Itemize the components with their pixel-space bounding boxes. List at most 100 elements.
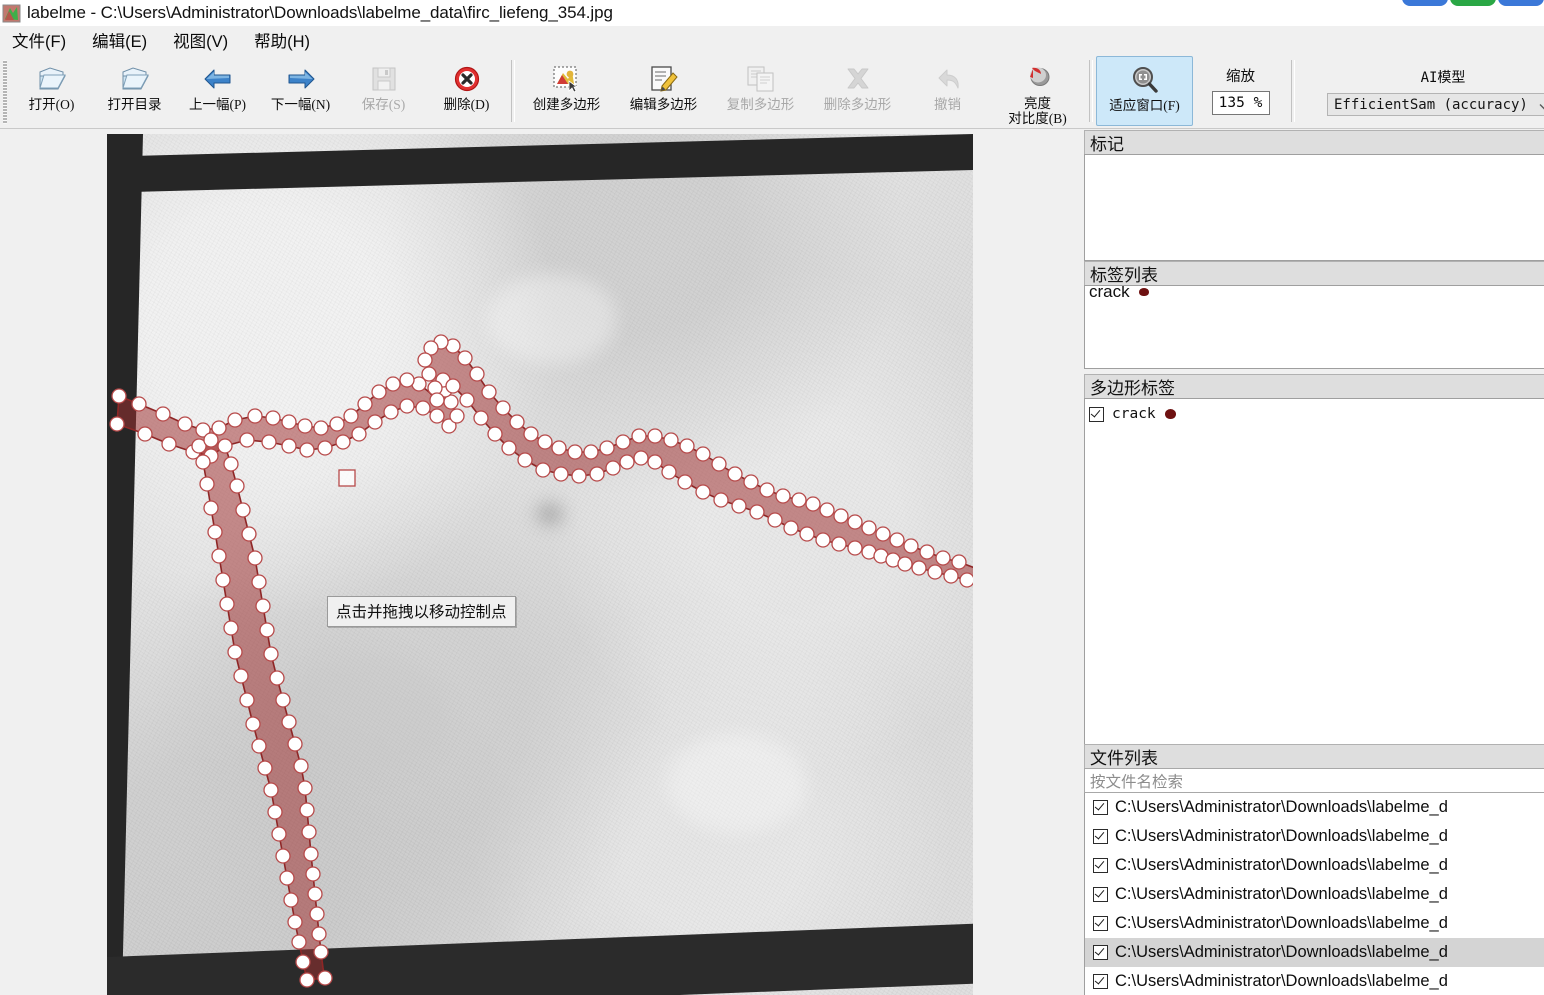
list-item[interactable]: C:\Users\Administrator\Downloads\labelme…	[1085, 967, 1544, 995]
file-path: C:\Users\Administrator\Downloads\labelme…	[1115, 914, 1448, 932]
ai-model-select[interactable]: EfficientSam (accuracy)	[1327, 93, 1544, 116]
save-label: 保存(S)	[361, 97, 406, 112]
flags-list[interactable]	[1084, 154, 1544, 261]
create-polygon-label: 创建多边形	[532, 97, 601, 112]
delete-label: 删除(D)	[443, 97, 490, 112]
window-controls	[1402, 0, 1544, 6]
toolbar-drag-handle[interactable]	[3, 60, 7, 124]
save-disk-icon	[367, 62, 401, 95]
file-search-input[interactable]: 按文件名检索	[1084, 768, 1544, 793]
file-path: C:\Users\Administrator\Downloads\labelme…	[1115, 827, 1448, 845]
file-checkbox[interactable]	[1093, 916, 1108, 931]
menu-view[interactable]: 视图(V)	[171, 26, 230, 54]
list-item[interactable]: C:\Users\Administrator\Downloads\labelme…	[1085, 851, 1544, 880]
window-minimize-button[interactable]	[1402, 0, 1448, 6]
list-item[interactable]: C:\Users\Administrator\Downloads\labelme…	[1085, 880, 1544, 909]
copy-polygon-label: 复制多边形	[726, 97, 795, 112]
fit-window-button[interactable]: 适应窗口(F)	[1096, 56, 1193, 126]
crack-polygon-overlay[interactable]	[107, 134, 973, 995]
label-list[interactable]: crack	[1084, 285, 1544, 369]
zoom-value-input[interactable]: 135 %	[1211, 91, 1270, 115]
file-list[interactable]: C:\Users\Administrator\Downloads\labelme…	[1084, 793, 1544, 995]
fit-window-magnifier-icon	[1128, 63, 1162, 96]
main-toolbar: 打开(O) 打开目录 上一幅(P) 下一幅(N) 保存(S) 删除(D) 创建多…	[0, 56, 1544, 129]
delete-polygon-icon	[841, 62, 875, 95]
delete-polygon-button[interactable]: 删除多边形	[809, 56, 906, 126]
file-list-panel: 文件列表 按文件名检索 C:\Users\Administrator\Downl…	[1084, 744, 1544, 995]
polygon-label-checkbox[interactable]	[1089, 406, 1104, 422]
undo-arrow-icon	[931, 62, 965, 95]
list-item[interactable]: C:\Users\Administrator\Downloads\labelme…	[1085, 822, 1544, 851]
list-item[interactable]: C:\Users\Administrator\Downloads\labelme…	[1085, 938, 1544, 967]
brightness-contrast-icon	[1021, 62, 1055, 94]
contrast-label: 对比度(B)	[1008, 111, 1067, 126]
file-path: C:\Users\Administrator\Downloads\labelme…	[1115, 885, 1448, 903]
previous-image-label: 上一幅(P)	[189, 97, 246, 112]
copy-polygon-button[interactable]: 复制多边形	[712, 56, 809, 126]
window-close-button[interactable]	[1498, 0, 1544, 6]
save-button[interactable]: 保存(S)	[342, 56, 425, 126]
file-checkbox[interactable]	[1093, 887, 1108, 902]
flags-panel: 标记	[1084, 130, 1544, 261]
previous-image-button[interactable]: 上一幅(P)	[176, 56, 259, 126]
open-folder-icon	[35, 62, 69, 95]
fit-window-label: 适应窗口(F)	[1109, 98, 1180, 113]
image-canvas-pane[interactable]: 点击并拖拽以移动控制点	[0, 130, 1080, 995]
zoom-control-group: 缩放 135 %	[1193, 56, 1288, 126]
ai-model-group: AI模型 EfficientSam (accuracy)	[1298, 56, 1544, 126]
label-color-swatch	[1138, 288, 1149, 296]
open-file-button[interactable]: 打开(O)	[10, 56, 93, 126]
menu-edit[interactable]: 编辑(E)	[90, 26, 149, 54]
open-directory-button[interactable]: 打开目录	[93, 56, 176, 126]
list-item[interactable]: crack	[1085, 403, 1544, 425]
file-path: C:\Users\Administrator\Downloads\labelme…	[1115, 798, 1448, 816]
brightness-label: 亮度	[1024, 96, 1051, 111]
polygon-labels-panel: 多边形标签 crack	[1084, 374, 1544, 749]
next-image-label: 下一幅(N)	[270, 97, 331, 112]
file-checkbox[interactable]	[1093, 829, 1108, 844]
edit-polygon-button[interactable]: 编辑多边形	[615, 56, 712, 126]
polygon-labels-panel-title: 多边形标签	[1084, 374, 1544, 398]
window-title: labelme - C:\Users\Administrator\Downloa…	[27, 3, 613, 22]
copy-polygon-icon	[744, 62, 778, 95]
menu-help[interactable]: 帮助(H)	[252, 26, 312, 54]
file-path: C:\Users\Administrator\Downloads\labelme…	[1115, 856, 1448, 874]
delete-polygon-label: 删除多边形	[823, 97, 892, 112]
list-item[interactable]: C:\Users\Administrator\Downloads\labelme…	[1085, 793, 1544, 822]
delete-button[interactable]: 删除(D)	[425, 56, 508, 126]
ai-model-selected-value: EfficientSam (accuracy)	[1334, 96, 1528, 113]
file-checkbox[interactable]	[1093, 974, 1108, 989]
label-list-panel: 标签列表 crack	[1084, 261, 1544, 369]
open-directory-label: 打开目录	[107, 97, 162, 112]
undo-button[interactable]: 撤销	[906, 56, 989, 126]
file-checkbox[interactable]	[1093, 858, 1108, 873]
canvas-tooltip: 点击并拖拽以移动控制点	[327, 596, 516, 627]
create-polygon-icon	[550, 62, 584, 95]
brightness-contrast-button[interactable]: 亮度 对比度(B)	[989, 56, 1086, 126]
next-image-button[interactable]: 下一幅(N)	[259, 56, 342, 126]
list-item[interactable]: C:\Users\Administrator\Downloads\labelme…	[1085, 909, 1544, 938]
polygon-labels-list[interactable]: crack	[1084, 398, 1544, 749]
edit-polygon-label: 编辑多边形	[629, 97, 698, 112]
window-maximize-button[interactable]	[1450, 0, 1496, 6]
file-list-panel-title: 文件列表	[1084, 744, 1544, 768]
open-file-label: 打开(O)	[28, 97, 75, 112]
undo-label: 撤销	[934, 97, 961, 112]
zoom-label: 缩放	[1226, 69, 1255, 85]
annotated-image[interactable]	[107, 134, 973, 995]
create-polygon-button[interactable]: 创建多边形	[518, 56, 615, 126]
file-checkbox[interactable]	[1093, 945, 1108, 960]
polygon-label-name: crack	[1112, 406, 1156, 422]
edit-polygon-icon	[647, 62, 681, 95]
file-checkbox[interactable]	[1093, 800, 1108, 815]
label-list-panel-title: 标签列表	[1084, 261, 1544, 285]
menu-file[interactable]: 文件(F)	[10, 26, 68, 54]
list-item[interactable]: crack	[1085, 286, 1544, 303]
labelme-window: labelme - C:\Users\Administrator\Downloa…	[0, 0, 1544, 995]
toolbar-separator-3	[1291, 60, 1295, 122]
polygon-color-swatch	[1164, 409, 1176, 419]
arrow-right-icon	[284, 62, 318, 95]
file-path: C:\Users\Administrator\Downloads\labelme…	[1115, 972, 1448, 990]
ai-model-label: AI模型	[1420, 70, 1466, 86]
toolbar-separator-1	[511, 60, 515, 122]
